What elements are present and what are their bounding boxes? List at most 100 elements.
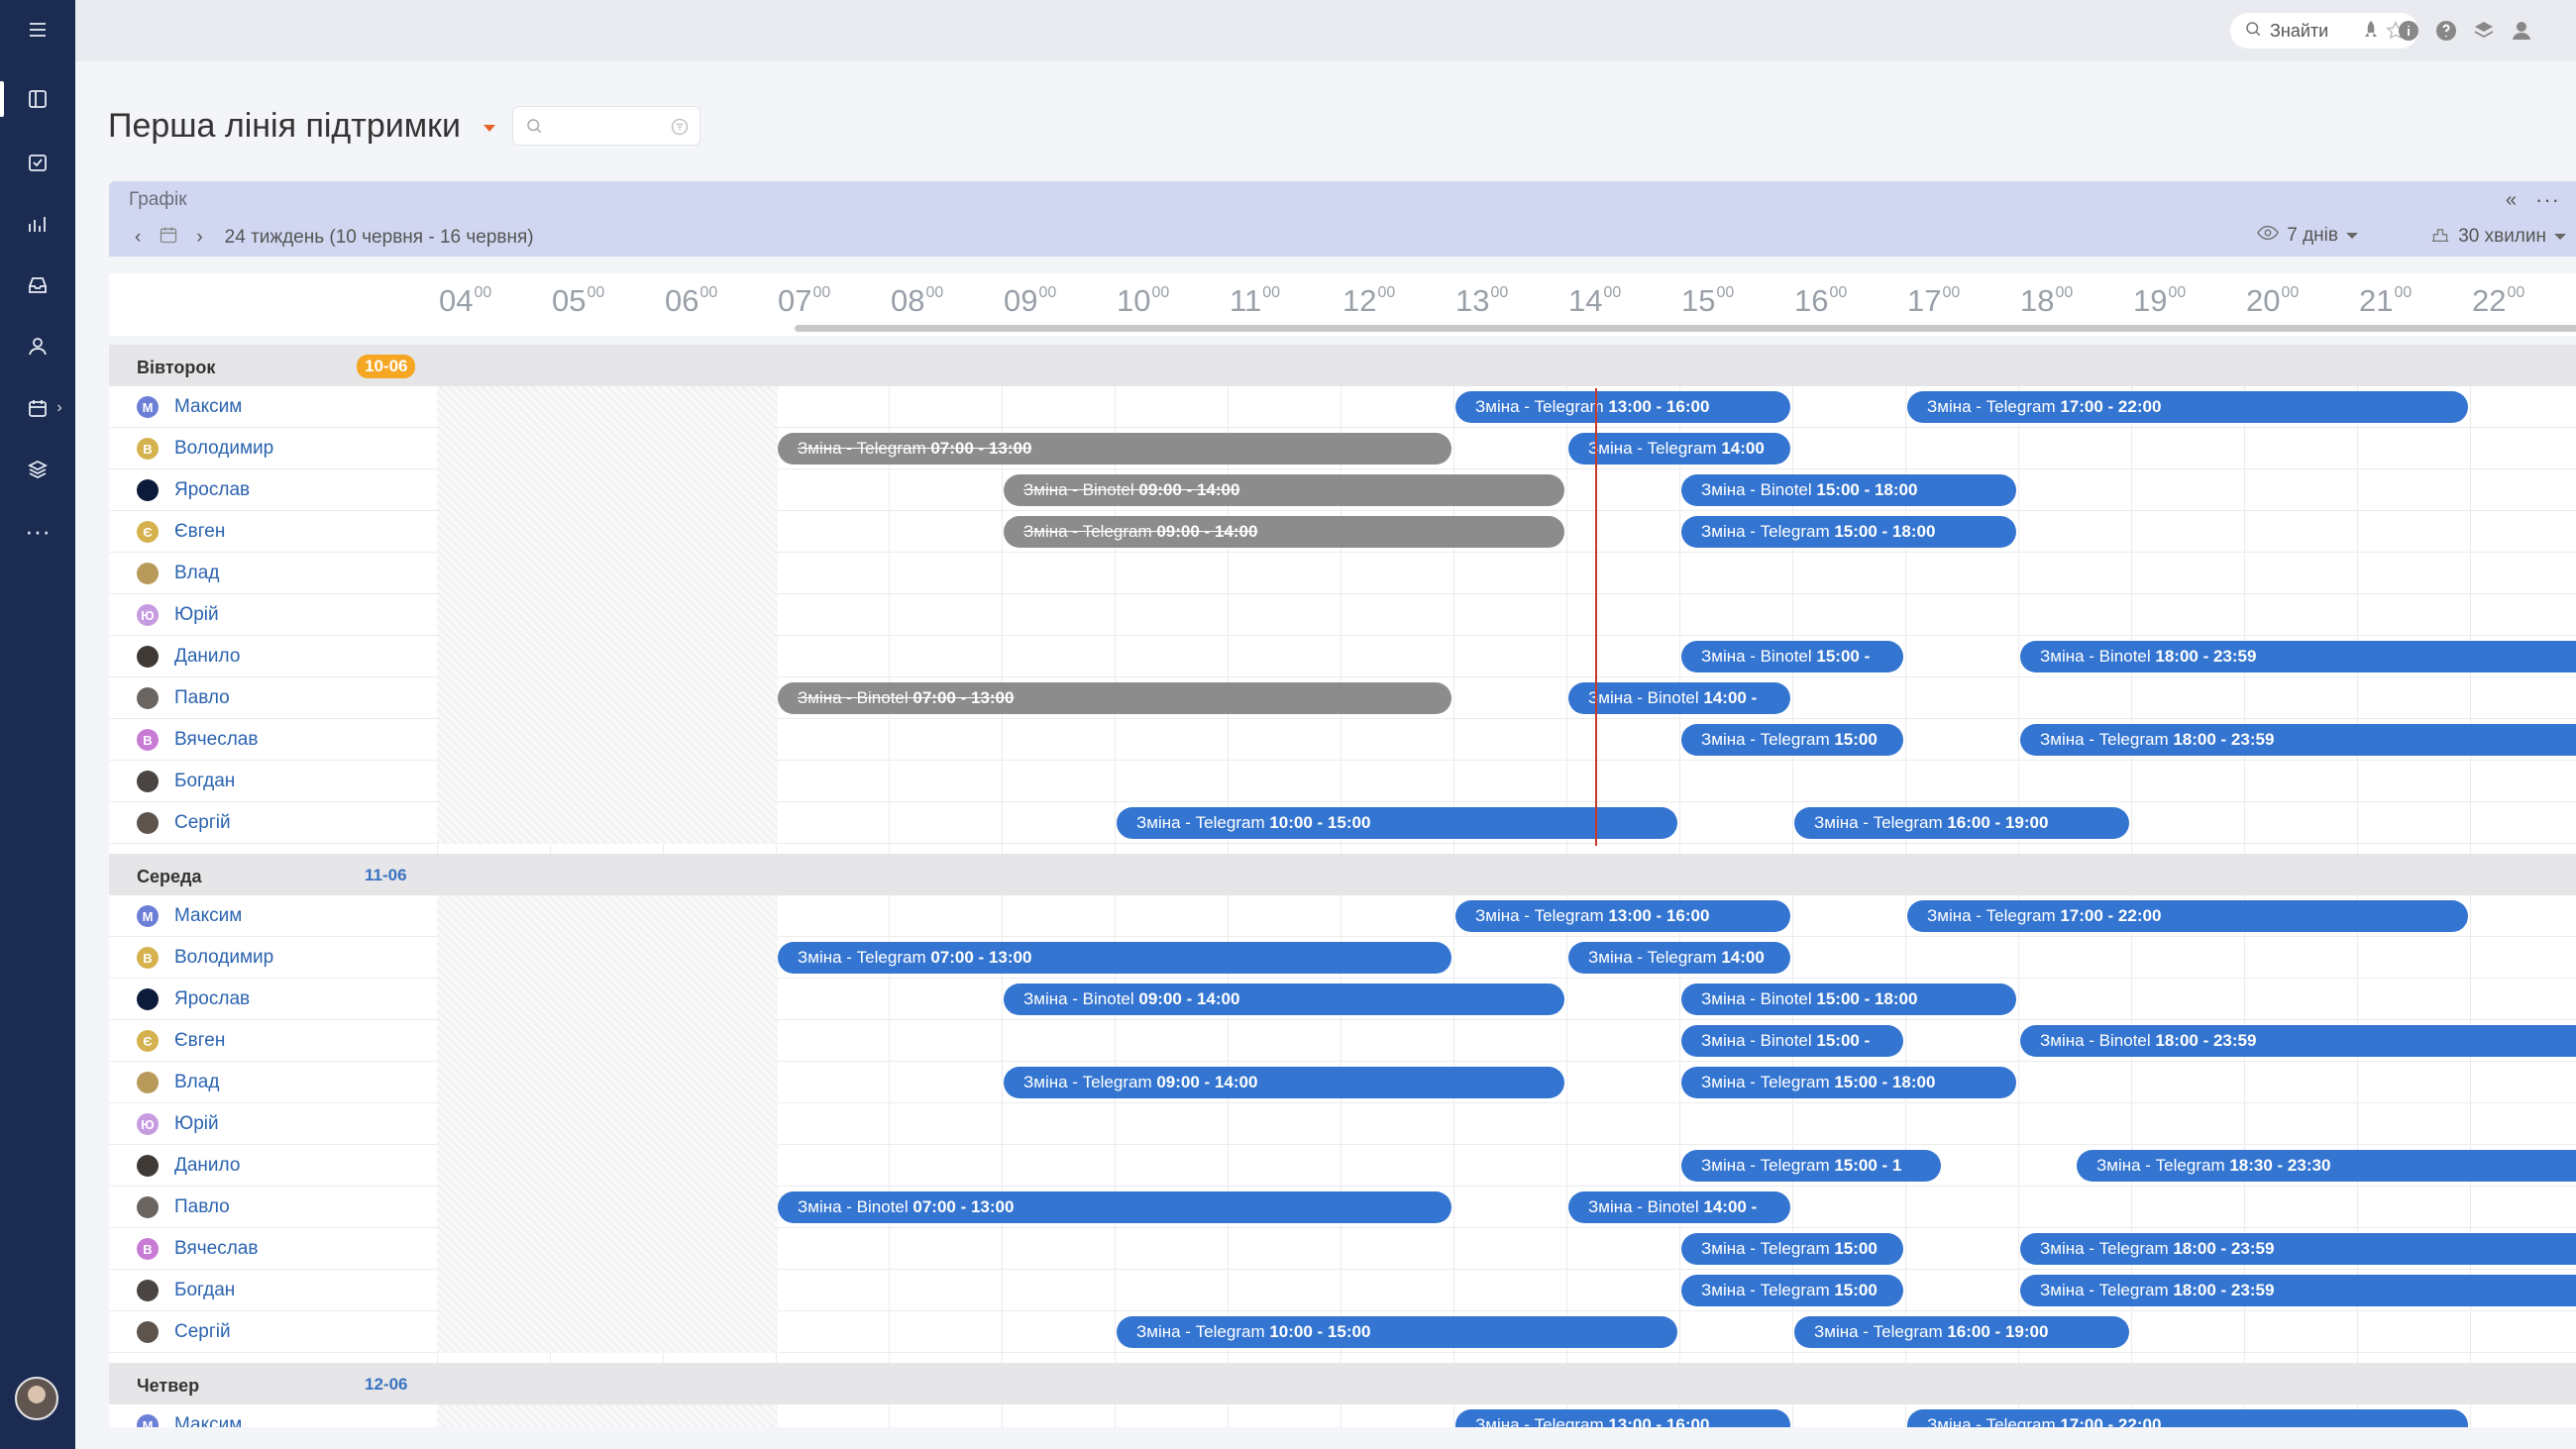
chevron-right-icon[interactable]: › [52, 390, 67, 426]
prev-week-icon[interactable]: ‹ [135, 227, 141, 249]
employee-link[interactable]: В Володимир [137, 438, 273, 460]
rocket-icon[interactable] [2357, 17, 2385, 45]
employee-link[interactable]: Є Євген [137, 1030, 225, 1052]
shift-block[interactable]: Зміна - Binotel 09:00 - 14:00 [1004, 474, 1564, 506]
shift-block[interactable]: Зміна - Binotel 15:00 - 18:00 [1681, 983, 2016, 1015]
employee-link[interactable]: Ю Юрій [137, 604, 219, 626]
shift-block[interactable]: Зміна - Telegram 16:00 - 19:00 [1794, 1316, 2129, 1348]
employee-link[interactable]: Є Євген [137, 521, 225, 543]
shift-time: 09:00 - 14:00 [1156, 1073, 1258, 1091]
employee-link[interactable]: Сергій [137, 1321, 231, 1343]
shift-block[interactable]: Зміна - Binotel 15:00 - [1681, 641, 1903, 673]
calendar-icon[interactable] [159, 225, 178, 251]
employee-link[interactable]: Богдан [137, 771, 235, 792]
shift-block[interactable]: Зміна - Telegram 14:00 [1568, 942, 1790, 974]
shift-block[interactable]: Зміна - Telegram 17:00 - 22:00 [1907, 1409, 2468, 1427]
schedule-icon[interactable] [20, 390, 55, 426]
shift-block[interactable]: Зміна - Telegram 17:00 - 22:00 [1907, 391, 2468, 423]
filter-input[interactable] [512, 106, 700, 146]
shift-label: Зміна - Binotel [2040, 1031, 2156, 1050]
shift-block[interactable]: Зміна - Telegram 18:00 - 23:59 [2020, 1233, 2576, 1265]
day-header: Середа 11-06 [109, 854, 2576, 895]
shift-block[interactable]: Зміна - Binotel 15:00 - 18:00 [1681, 474, 2016, 506]
shift-block[interactable]: Зміна - Binotel 09:00 - 14:00 [1004, 983, 1564, 1015]
employee-link[interactable]: М Максим [137, 1414, 242, 1427]
employee-link[interactable]: Ярослав [137, 479, 250, 501]
next-week-icon[interactable]: › [196, 227, 202, 249]
shift-block[interactable]: Зміна - Telegram 18:00 - 23:59 [2020, 1275, 2576, 1306]
shift-label: Зміна - Telegram [1927, 906, 2061, 925]
shift-block[interactable]: Зміна - Telegram 18:00 - 23:59 [2020, 724, 2576, 756]
employee-name: Влад [174, 1072, 220, 1092]
shift-block[interactable]: Зміна - Telegram 15:00 - 18:00 [1681, 516, 2016, 548]
shift-block[interactable]: Зміна - Telegram 17:00 - 22:00 [1907, 900, 2468, 932]
shift-block[interactable]: Зміна - Telegram 10:00 - 15:00 [1117, 1316, 1677, 1348]
shift-block[interactable]: Зміна - Telegram 15:00 [1681, 1275, 1903, 1306]
more-icon[interactable]: ··· [20, 513, 55, 549]
user-icon[interactable] [20, 329, 55, 364]
shift-block[interactable]: Зміна - Binotel 07:00 - 13:00 [778, 1191, 1451, 1223]
shift-block[interactable]: Зміна - Telegram 13:00 - 16:00 [1455, 1409, 1790, 1427]
analytics-icon[interactable] [20, 206, 55, 242]
shift-block[interactable]: Зміна - Telegram 15:00 - 18:00 [1681, 1067, 2016, 1098]
employee-link[interactable]: В Вячеслав [137, 1238, 258, 1260]
interval-select[interactable]: 30 хвилин [2430, 225, 2566, 249]
shift-block[interactable]: Зміна - Binotel 07:00 - 13:00 [778, 682, 1451, 714]
shift-label: Зміна - Binotel [1588, 1197, 1704, 1216]
shift-block[interactable]: Зміна - Telegram 15:00 [1681, 724, 1903, 756]
help-icon[interactable] [2432, 17, 2460, 45]
shift-block[interactable]: Зміна - Telegram 10:00 - 15:00 [1117, 807, 1677, 839]
info-icon[interactable] [2395, 17, 2422, 45]
employee-link[interactable]: М Максим [137, 905, 242, 927]
hour-label: 1200 [1342, 283, 1395, 319]
avatar[interactable] [15, 1377, 58, 1420]
shift-block[interactable]: Зміна - Telegram 15:00 [1681, 1233, 1903, 1265]
shift-block[interactable]: Зміна - Telegram 16:00 - 19:00 [1794, 807, 2129, 839]
shift-block[interactable]: Зміна - Telegram 18:30 - 23:30 [2077, 1150, 2576, 1182]
board-icon[interactable] [20, 81, 55, 117]
employee-link[interactable]: В Вячеслав [137, 729, 258, 751]
employee-link[interactable]: Павло [137, 687, 230, 709]
menu-icon[interactable] [20, 12, 55, 48]
employee-link[interactable]: Влад [137, 563, 219, 584]
employee-link[interactable]: В Володимир [137, 947, 273, 969]
tasks-icon[interactable] [20, 145, 55, 180]
days-select[interactable]: 7 днів [2257, 225, 2358, 247]
shift-block[interactable]: Зміна - Binotel 14:00 - [1568, 1191, 1790, 1223]
search-input[interactable]: Знайти [2230, 13, 2418, 49]
shift-block[interactable]: Зміна - Binotel 15:00 - [1681, 1025, 1903, 1057]
employee-link[interactable]: Богдан [137, 1280, 235, 1301]
shift-block[interactable]: Зміна - Binotel 14:00 - [1568, 682, 1790, 714]
shift-block[interactable]: Зміна - Binotel 18:00 - 23:59 [2020, 641, 2576, 673]
shift-label: Зміна - Telegram [1701, 1239, 1835, 1258]
employee-link[interactable]: М Максим [137, 396, 242, 418]
employee-link[interactable]: Данило [137, 1155, 240, 1177]
more-options-icon[interactable]: ··· [2535, 187, 2560, 213]
shift-block[interactable]: Зміна - Telegram 09:00 - 14:00 [1004, 1067, 1564, 1098]
filter-icon[interactable] [670, 117, 690, 142]
horizontal-scrollbar[interactable] [795, 325, 2576, 332]
stack-icon[interactable] [2470, 17, 2498, 45]
employee-name: Вячеслав [174, 729, 259, 750]
inbox-icon[interactable] [20, 267, 55, 303]
shift-block[interactable]: Зміна - Binotel 18:00 - 23:59 [2020, 1025, 2576, 1057]
employee-link[interactable]: Ю Юрій [137, 1113, 219, 1135]
shift-block[interactable]: Зміна - Telegram 15:00 - 1 [1681, 1150, 1941, 1182]
shift-block[interactable]: Зміна - Telegram 09:00 - 14:00 [1004, 516, 1564, 548]
employee-link[interactable]: Данило [137, 646, 240, 668]
employee-link[interactable]: Сергій [137, 812, 231, 834]
layers-icon[interactable] [20, 452, 55, 487]
title-dropdown-icon[interactable] [483, 125, 495, 132]
shift-block[interactable]: Зміна - Telegram 07:00 - 13:00 [778, 433, 1451, 465]
shift-block[interactable]: Зміна - Telegram 13:00 - 16:00 [1455, 391, 1790, 423]
employee-link[interactable]: Влад [137, 1072, 219, 1093]
employee-link[interactable]: Ярослав [137, 988, 250, 1010]
shift-block[interactable]: Зміна - Telegram 07:00 - 13:00 [778, 942, 1451, 974]
collapse-icon[interactable]: « [2506, 189, 2517, 212]
shift-label: Зміна - Binotel [1701, 480, 1817, 499]
employee-link[interactable]: Павло [137, 1196, 230, 1218]
page-title[interactable]: Перша лінія підтримки [108, 107, 461, 146]
shift-block[interactable]: Зміна - Telegram 14:00 [1568, 433, 1790, 465]
shift-block[interactable]: Зміна - Telegram 13:00 - 16:00 [1455, 900, 1790, 932]
profile-icon[interactable] [2508, 17, 2535, 45]
